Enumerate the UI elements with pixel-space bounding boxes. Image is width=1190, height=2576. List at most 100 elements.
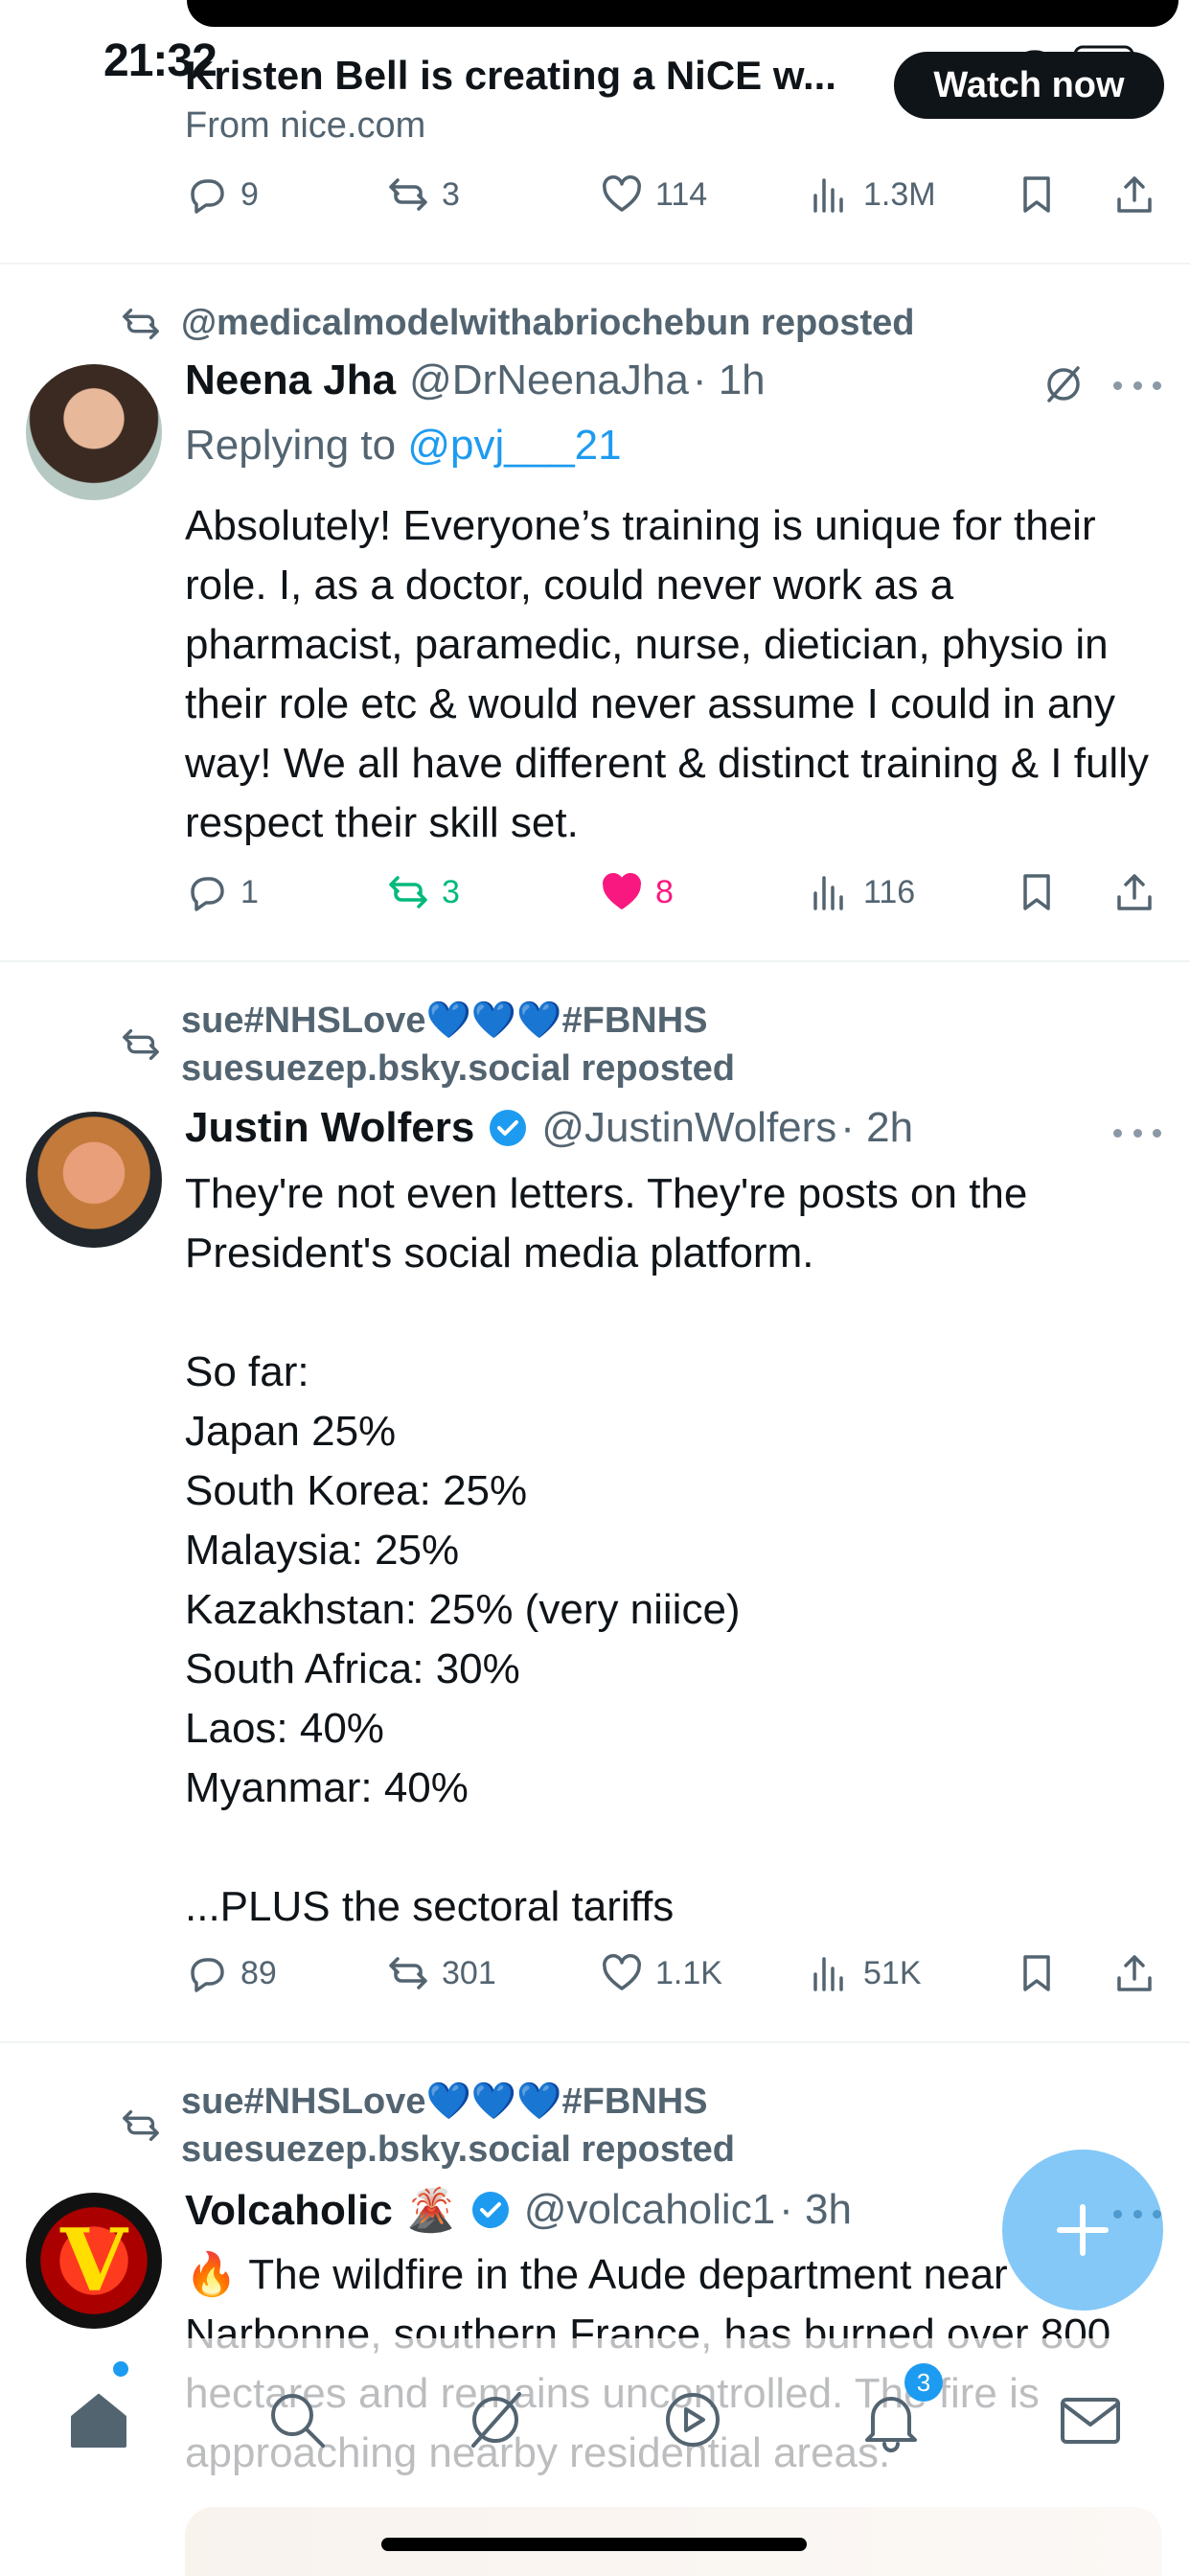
promo-card-title[interactable]: Kristen Bell is creating a NiCE w... — [185, 53, 836, 99]
repost-by-suffix: suesuezep.bsky.social reposted — [181, 2129, 735, 2170]
repost-attribution[interactable]: sue#NHSLove💙💙💙#FBNHS suesuezep.bsky.soci… — [120, 997, 735, 1092]
views-icon — [813, 876, 843, 910]
like-count: 1.1K — [655, 1954, 722, 1991]
author-row: Justin Wolfers @JustinWolfers · 2h — [185, 1104, 913, 1152]
author-name[interactable]: Neena Jha — [185, 356, 396, 404]
share-icon — [1117, 1955, 1152, 1991]
more-options-icon[interactable] — [1113, 1123, 1161, 1142]
repost-button[interactable]: 3 — [386, 870, 460, 914]
messages-icon — [1061, 2398, 1120, 2444]
nav-spaces[interactable] — [659, 2386, 726, 2453]
bookmark-icon — [1023, 1955, 1050, 1991]
tweet-text[interactable]: They're not even letters. They're posts … — [185, 1164, 1162, 1937]
home-indicator[interactable] — [381, 2538, 807, 2551]
views-count: 116 — [863, 873, 916, 910]
avatar[interactable]: V — [26, 2193, 162, 2329]
bookmark-icon — [1023, 874, 1050, 910]
post-time[interactable]: · 1h — [693, 356, 766, 404]
spaces-icon — [666, 2393, 720, 2447]
repost-icon — [123, 308, 159, 340]
share-button[interactable] — [1112, 1951, 1156, 1995]
share-icon — [1117, 874, 1152, 910]
like-button[interactable]: 114 — [600, 172, 707, 217]
repost-icon — [389, 1957, 427, 1990]
bookmark-button[interactable] — [1015, 1951, 1059, 1995]
repost-by-user: sue#NHSLove💙💙💙#FBNHS — [181, 1000, 708, 1041]
heart-filled-icon — [603, 873, 641, 909]
repost-by-block: sue#NHSLove💙💙💙#FBNHS suesuezep.bsky.soci… — [181, 997, 735, 1092]
repost-count: 3 — [442, 175, 460, 213]
reply-target-link[interactable]: @pvj___21 — [407, 422, 621, 469]
post-time[interactable]: · 3h — [779, 2186, 852, 2234]
grok-icon — [471, 2392, 521, 2448]
nav-messages[interactable] — [1057, 2386, 1124, 2453]
post-time[interactable]: · 2h — [840, 1104, 913, 1152]
share-button[interactable] — [1112, 172, 1156, 217]
like-button[interactable]: 8 — [600, 870, 674, 914]
tweet-actions: 1 3 8 116 — [185, 870, 1155, 928]
views-button[interactable]: 116 — [808, 870, 915, 914]
share-icon — [1117, 176, 1152, 213]
repost-icon — [123, 1028, 159, 1061]
compose-button[interactable] — [1002, 2150, 1163, 2311]
reply-icon — [191, 1958, 224, 1992]
avatar[interactable] — [26, 1112, 162, 1248]
nav-search[interactable] — [263, 2386, 331, 2453]
bookmark-icon — [1023, 176, 1050, 213]
repost-attribution[interactable]: sue#NHSLove💙💙💙#FBNHS suesuezep.bsky.soci… — [120, 2078, 735, 2174]
reply-icon — [191, 179, 224, 214]
views-button[interactable]: 51K — [808, 1951, 922, 1995]
divider — [0, 2041, 1190, 2043]
share-button[interactable] — [1112, 870, 1156, 914]
repost-count: 301 — [442, 1954, 496, 1991]
tweet-actions: 89 301 1.1K 51K — [185, 1951, 1155, 2009]
reply-icon — [191, 877, 224, 911]
reply-button[interactable]: 9 — [185, 172, 259, 217]
repost-by-block: sue#NHSLove💙💙💙#FBNHS suesuezep.bsky.soci… — [181, 2078, 735, 2174]
battery-icon — [1073, 45, 1139, 78]
author-handle[interactable]: @DrNeenaJha — [409, 356, 689, 404]
repost-count: 3 — [442, 873, 460, 910]
author-row: Volcaholic 🌋 @volcaholic1 · 3h — [185, 2185, 852, 2235]
reply-button[interactable]: 89 — [185, 1951, 277, 1995]
views-count: 51K — [863, 1954, 922, 1991]
nav-grok[interactable] — [462, 2386, 529, 2453]
avatar[interactable] — [26, 364, 162, 500]
like-button[interactable]: 1.1K — [600, 1951, 722, 1995]
divider — [0, 263, 1190, 264]
repost-button[interactable]: 301 — [386, 1951, 496, 1995]
bookmark-button[interactable] — [1015, 870, 1059, 914]
nav-home[interactable] — [65, 2386, 132, 2453]
replying-to: Replying to @pvj___21 — [185, 422, 622, 470]
grok-icon[interactable] — [1040, 360, 1087, 408]
like-count: 8 — [655, 873, 674, 910]
repost-icon — [123, 2109, 159, 2142]
views-icon — [813, 1957, 843, 1991]
author-row: Neena Jha @DrNeenaJha · 1h — [185, 356, 766, 404]
reply-count: 9 — [240, 175, 259, 213]
repost-icon — [389, 178, 427, 211]
home-icon — [71, 2394, 126, 2448]
more-options-icon[interactable] — [1113, 376, 1161, 395]
repost-by-suffix: suesuezep.bsky.social reposted — [181, 1048, 735, 1089]
tweet-text[interactable]: Absolutely! Everyone’s training is uniqu… — [185, 496, 1162, 853]
verified-badge-icon — [471, 2192, 509, 2228]
status-time: 21:32 — [103, 35, 217, 86]
repost-attribution[interactable]: @medicalmodelwithabriochebun reposted — [120, 299, 915, 347]
repost-by-text: @medicalmodelwithabriochebun reposted — [181, 303, 915, 343]
author-name[interactable]: Volcaholic 🌋 — [185, 2185, 457, 2235]
author-name[interactable]: Justin Wolfers — [185, 1104, 474, 1152]
repost-by-user: sue#NHSLove💙💙💙#FBNHS — [181, 2082, 708, 2122]
like-count: 114 — [655, 175, 708, 213]
status-icons — [1012, 44, 1142, 79]
wifi-icon — [1018, 50, 1052, 74]
search-icon — [271, 2394, 325, 2448]
top-media-strip — [187, 0, 1179, 27]
views-button[interactable]: 1.3M — [808, 172, 936, 217]
repost-button[interactable]: 3 — [386, 172, 460, 217]
author-handle[interactable]: @JustinWolfers — [541, 1104, 836, 1152]
reply-button[interactable]: 1 — [185, 870, 259, 914]
bookmark-button[interactable] — [1015, 172, 1059, 217]
author-handle[interactable]: @volcaholic1 — [524, 2186, 775, 2234]
promo-source[interactable]: From nice.com — [185, 105, 425, 147]
